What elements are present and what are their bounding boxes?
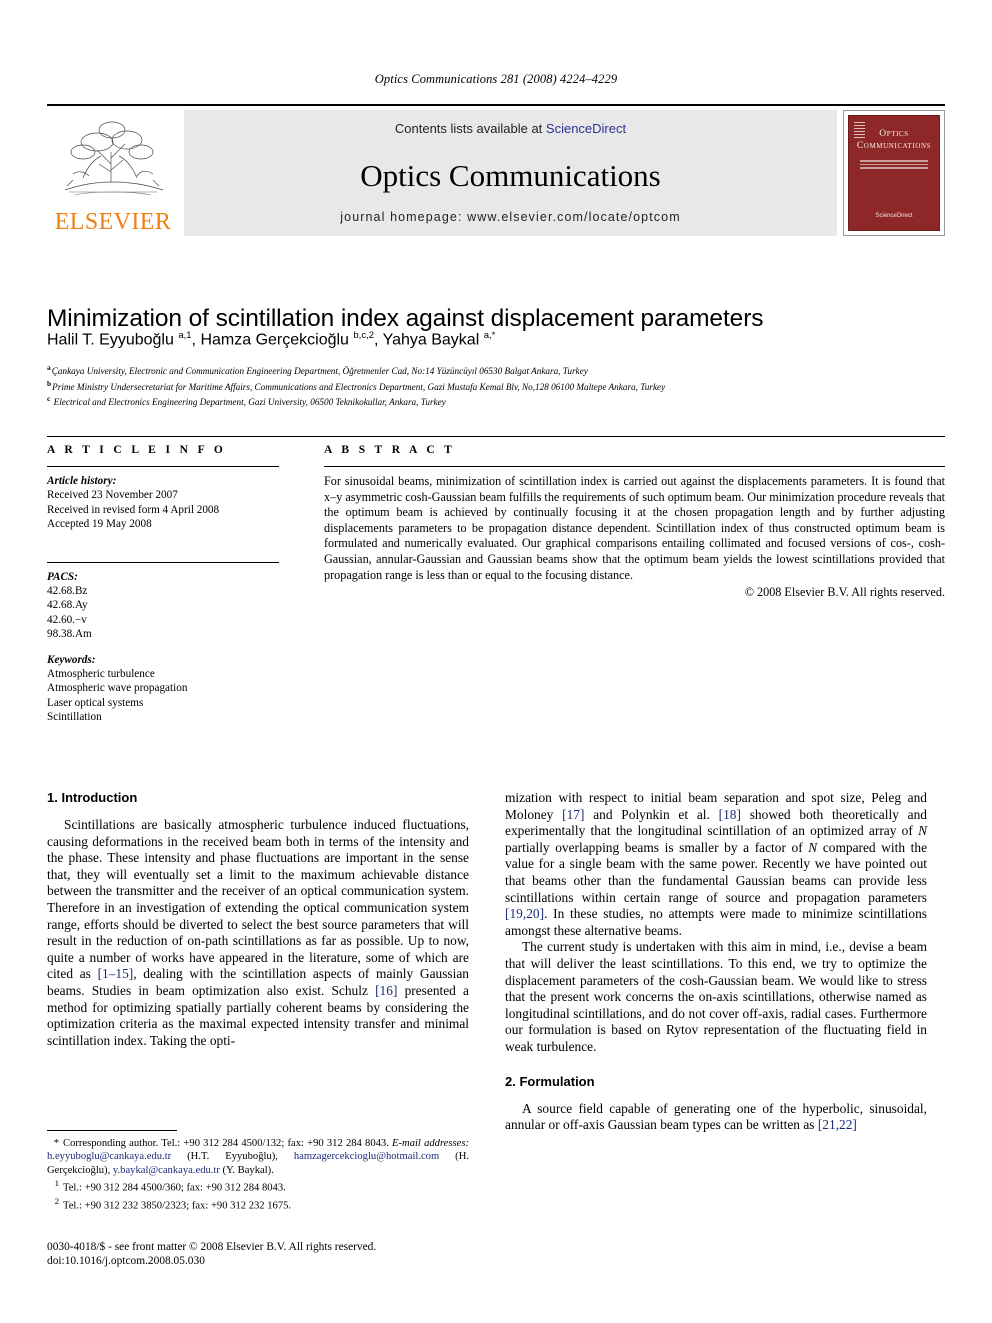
keyword-1: Atmospheric wave propagation bbox=[47, 682, 188, 695]
affiliation-a: aÇankaya University, Electronic and Comm… bbox=[47, 362, 937, 378]
affiliation-mark-c: c bbox=[47, 394, 51, 404]
cover-title-line2: Communications bbox=[856, 141, 932, 151]
journal-cover-thumbnail: Optics Communications ScienceDirect bbox=[843, 110, 945, 236]
keyword-2: Laser optical systems bbox=[47, 696, 144, 709]
body-column-right: mization with respect to initial beam se… bbox=[505, 790, 927, 1134]
formulation-text: A source field capable of generating one… bbox=[505, 1100, 927, 1133]
citation-16[interactable]: [16] bbox=[375, 983, 397, 998]
journal-title: Optics Communications bbox=[360, 158, 661, 193]
keyword-0: Atmospheric turbulence bbox=[47, 668, 155, 681]
abstract-label: A B S T R A C T bbox=[324, 444, 456, 456]
article-history: Article history: Received 23 November 20… bbox=[47, 474, 279, 532]
footnote-1-text: Tel.: +90 312 284 4500/360; fax: +90 312… bbox=[63, 1182, 286, 1194]
footnote-corresponding-author: * Corresponding author. Tel.: +90 312 284… bbox=[47, 1137, 469, 1177]
email-owner-3: (Y. Baykal). bbox=[219, 1164, 274, 1176]
pacs-code-0: 42.68.Bz bbox=[47, 585, 88, 598]
abstract-text: For sinusoidal beams, minimization of sc… bbox=[324, 474, 945, 582]
intro-text-a: Scintillations are basically atmospheric… bbox=[47, 817, 469, 982]
abstract-copyright: © 2008 Elsevier B.V. All rights reserved… bbox=[744, 585, 945, 600]
contents-prefix: Contents lists available at bbox=[394, 121, 546, 136]
intro-paragraph-1-left: Scintillations are basically atmospheric… bbox=[47, 817, 469, 1049]
cover-title: Optics Communications bbox=[849, 128, 939, 152]
pacs-code-2: 42.60.−v bbox=[47, 613, 87, 626]
cover-title-line1: Optics bbox=[879, 129, 909, 139]
article-history-heading: Article history: bbox=[47, 475, 117, 487]
email-link-3[interactable]: y.baykal@cankaya.edu.tr bbox=[113, 1165, 220, 1176]
section-heading-introduction: 1. Introduction bbox=[47, 790, 138, 805]
footnote-rule bbox=[47, 1130, 177, 1131]
history-received: Received 23 November 2007 bbox=[47, 489, 178, 502]
article-info-label: A R T I C L E I N F O bbox=[47, 444, 227, 456]
citation-18[interactable]: [18] bbox=[719, 807, 741, 822]
pacs-heading: PACS: bbox=[47, 570, 78, 583]
journal-band: Contents lists available at ScienceDirec… bbox=[184, 110, 837, 236]
pacs-code-3: 98.38.Am bbox=[47, 628, 92, 641]
intro-text-g: partially overlapping beams is smaller b… bbox=[505, 839, 809, 855]
footnote-corresponding-text: Corresponding author. Tel.: +90 312 284 … bbox=[63, 1138, 389, 1149]
footnote-2: 2 Tel.: +90 312 232 3850/2323; fax: +90 3… bbox=[47, 1195, 469, 1213]
affiliation-c: c Electrical and Electronics Engineering… bbox=[47, 393, 937, 409]
affiliation-list: aÇankaya University, Electronic and Comm… bbox=[47, 362, 937, 409]
email-link-2[interactable]: hamzagercekcioglu@hotmail.com bbox=[294, 1151, 439, 1162]
abstract-rule bbox=[324, 466, 945, 467]
history-revised: Received in revised form 4 April 2008 bbox=[47, 503, 220, 516]
elsevier-wordmark: ELSEVIER bbox=[54, 209, 172, 235]
running-head: Optics Communications 281 (2008) 4224–42… bbox=[374, 72, 618, 86]
article-info-column: A R T I C L E I N F O Article history: R… bbox=[47, 444, 279, 725]
paper-page: Optics Communications 281 (2008) 4224–42… bbox=[0, 0, 992, 1323]
journal-masthead: ELSEVIER Contents lists available at Sci… bbox=[47, 104, 945, 236]
email-owner-1: (H.T. Eyyuboğlu), bbox=[171, 1151, 294, 1163]
imprint-front-matter: 0030-4018/$ - see front matter © 2008 El… bbox=[47, 1241, 377, 1253]
footnote-block: * Corresponding author. Tel.: +90 312 284… bbox=[47, 1130, 469, 1213]
body-column-left: 1. Introduction Scintillations are basic… bbox=[47, 790, 469, 1049]
symbol-N-1: N bbox=[918, 823, 927, 839]
intro-text-i: . In these studies, no attempts were mad… bbox=[505, 906, 927, 938]
cover-subtitle-lines bbox=[859, 160, 929, 169]
imprint-doi[interactable]: doi:10.1016/j.optcom.2008.05.030 bbox=[47, 1254, 517, 1268]
elsevier-tree-icon bbox=[53, 112, 173, 200]
affiliation-text-a: Çankaya University, Electronic and Commu… bbox=[51, 366, 588, 377]
citation-21-22[interactable]: [21,22] bbox=[818, 1117, 857, 1132]
affiliation-text-b: Prime Ministry Undersecretariat for Mari… bbox=[52, 381, 666, 392]
intro-paragraph-1-right: mization with respect to initial beam se… bbox=[505, 790, 927, 939]
journal-homepage[interactable]: journal homepage: www.elsevier.com/locat… bbox=[184, 210, 837, 224]
keywords-heading: Keywords: bbox=[47, 653, 96, 666]
footnote-1: 1 Tel.: +90 312 284 4500/360; fax: +90 31… bbox=[47, 1177, 469, 1195]
symbol-N-2: N bbox=[808, 839, 818, 855]
pacs-code-1: 42.68.Ay bbox=[47, 599, 88, 612]
imprint-block: 0030-4018/$ - see front matter © 2008 El… bbox=[47, 1240, 517, 1269]
keyword-3: Scintillation bbox=[47, 711, 102, 724]
citation-19-20[interactable]: [19,20] bbox=[505, 906, 544, 921]
intro-paragraph-2: The current study is undertaken with thi… bbox=[505, 939, 927, 1054]
author-list: Halil T. Eyyuboğlu a,1, Hamza Gerçekcioğ… bbox=[47, 330, 496, 349]
email-link-1[interactable]: h.eyyuboglu@cankaya.edu.tr bbox=[47, 1151, 171, 1162]
contents-available-line: Contents lists available at ScienceDirec… bbox=[184, 121, 837, 136]
section-heading-formulation: 2. Formulation bbox=[505, 1073, 595, 1089]
pacs-block: PACS: 42.68.Bz 42.68.Ay 42.60.−v 98.38.A… bbox=[47, 570, 279, 642]
footnote-mark-2: 2 bbox=[54, 1196, 59, 1207]
elsevier-logo: ELSEVIER bbox=[47, 110, 180, 236]
affiliation-b: bPrime Ministry Undersecretariat for Mar… bbox=[47, 378, 937, 394]
footnote-mark-1: 1 bbox=[54, 1178, 59, 1189]
citation-17[interactable]: [17] bbox=[562, 807, 584, 822]
email-addresses-label: E-mail addresses: bbox=[392, 1138, 469, 1149]
affiliation-text-c: Electrical and Electronics Engineering D… bbox=[53, 397, 446, 408]
formulation-paragraph-1: A source field capable of generating one… bbox=[505, 1101, 927, 1134]
sciencedirect-link[interactable]: ScienceDirect bbox=[546, 121, 626, 136]
citation-1-15[interactable]: [1–15] bbox=[98, 966, 134, 981]
intro-text-e: and Polynkin et al. bbox=[584, 806, 719, 822]
zone-divider bbox=[47, 436, 945, 437]
footnote-2-text: Tel.: +90 312 232 3850/2323; fax: +90 31… bbox=[63, 1200, 292, 1212]
article-info-rule bbox=[47, 466, 279, 467]
history-accepted: Accepted 19 May 2008 bbox=[47, 518, 152, 531]
cover-sciencedirect-logo: ScienceDirect bbox=[875, 213, 913, 219]
info-abstract-zone: A R T I C L E I N F O Article history: R… bbox=[47, 436, 945, 736]
footnote-mark-star: * bbox=[53, 1138, 59, 1149]
keywords-block: Keywords: Atmospheric turbulence Atmosph… bbox=[47, 653, 279, 725]
abstract-column: A B S T R A C T For sinusoidal beams, mi… bbox=[324, 444, 945, 600]
pacs-rule bbox=[47, 561, 279, 563]
